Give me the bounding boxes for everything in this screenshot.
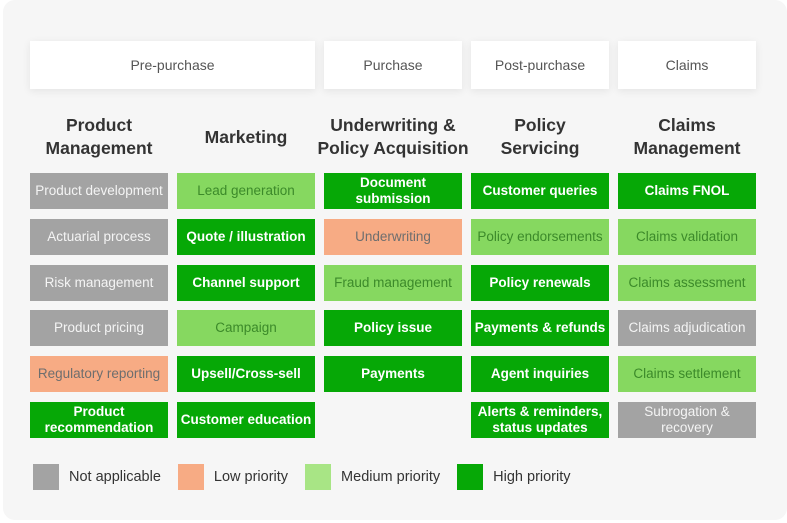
capability-cell: Subrogation & recovery — [618, 402, 756, 438]
capability-label: Claims validation — [635, 229, 739, 244]
heading-line: Policy — [514, 115, 566, 135]
capability-label: Policy endorsements — [477, 229, 603, 244]
capability-cell: Product recommendation — [30, 402, 168, 438]
capability-label: Agent inquiries — [490, 366, 590, 381]
heading-line: Claims — [658, 115, 716, 135]
phase-claims: Claims — [618, 41, 756, 89]
phase-label: Post-purchase — [494, 57, 586, 73]
capability-cell: Claims FNOL — [618, 173, 756, 209]
phase-label: Purchase — [363, 57, 423, 73]
capability-cell: Claims adjudication — [618, 310, 756, 346]
capability-label: Fraud management — [334, 275, 452, 290]
heading-line: Marketing — [204, 126, 288, 147]
capability-label: Claims FNOL — [644, 183, 730, 198]
capability-cell: Policy issue — [324, 310, 462, 346]
heading-line: Underwriting & — [330, 115, 456, 135]
legend-swatch — [305, 464, 332, 490]
heading-line: Management — [633, 138, 741, 158]
legend-label: Not applicable — [69, 469, 161, 485]
phase-post-purchase: Post-purchase — [471, 41, 609, 89]
capability-label: Subrogation & recovery — [644, 404, 730, 435]
capability-label: Upsell/Cross-sell — [191, 366, 301, 381]
capability-cell: Upsell/Cross-sell — [177, 356, 315, 392]
capability-cell: Alerts & reminders, status updates — [471, 402, 609, 438]
capability-label: Customer education — [180, 412, 312, 427]
capability-label: Quote / illustration — [186, 229, 306, 244]
capability-label: Customer queries — [482, 183, 598, 198]
legend-swatch — [177, 464, 204, 490]
column-heading-product-management: Product Management — [24, 112, 174, 162]
capability-cell: Quote / illustration — [177, 219, 315, 255]
legend-label: Low priority — [213, 469, 289, 485]
capability-label: Underwriting — [355, 229, 431, 244]
capability-cell: Customer queries — [471, 173, 609, 209]
capability-label: Channel support — [192, 275, 300, 290]
heading-line: Product — [65, 115, 133, 135]
capability-label: Claims adjudication — [628, 320, 746, 335]
capability-label: Alerts & reminders, status updates — [477, 404, 603, 435]
capability-label: Policy renewals — [489, 275, 591, 290]
capability-label: Claims assessment — [628, 275, 746, 290]
capability-label: Actuarial process — [47, 229, 151, 244]
legend-item-low-priority: Low priority — [177, 464, 289, 490]
capability-label: Lead generation — [197, 183, 295, 198]
capability-label: Policy issue — [353, 320, 433, 335]
capability-cell: Product pricing — [30, 310, 168, 346]
legend-item-high-priority: High priority — [457, 464, 571, 490]
phase-label: Claims — [665, 57, 709, 73]
heading-line: Policy Acquisition — [317, 138, 469, 158]
legend: Not applicable Low priority Medium prior… — [33, 464, 588, 490]
capability-cell: Payments — [324, 356, 462, 392]
capability-cell: Campaign — [177, 310, 315, 346]
capability-cell: Product development — [30, 173, 168, 209]
column-heading-policy-servicing: Policy Servicing — [465, 112, 615, 162]
capability-cell: Payments & refunds — [471, 310, 609, 346]
capability-label: Payments — [361, 366, 425, 381]
legend-label: Medium priority — [341, 469, 441, 485]
column-heading-claims-management: Claims Management — [612, 112, 762, 162]
capability-cell: Customer education — [177, 402, 315, 438]
capability-cell: Claims validation — [618, 219, 756, 255]
legend-swatch — [457, 464, 484, 490]
capability-cell: Agent inquiries — [471, 356, 609, 392]
capability-cell: Claims settlement — [618, 356, 756, 392]
capability-cell: Risk management — [30, 265, 168, 301]
capability-label: Regulatory reporting — [37, 366, 161, 381]
capability-cell: Regulatory reporting — [30, 356, 168, 392]
phase-label: Pre-purchase — [130, 57, 215, 73]
capability-label: Campaign — [215, 320, 277, 335]
column-heading-underwriting: Underwriting & Policy Acquisition — [308, 112, 478, 162]
capability-cell: Underwriting — [324, 219, 462, 255]
capability-label: Claims settlement — [633, 366, 741, 381]
capability-label: Product recommendation — [44, 404, 154, 435]
legend-item-medium-priority: Medium priority — [305, 464, 440, 490]
capability-label: Product development — [35, 183, 163, 198]
capability-cell: Document submission — [324, 173, 462, 209]
phase-purchase: Purchase — [324, 41, 462, 89]
capability-label: Document submission — [355, 175, 431, 206]
heading-line: Management — [45, 138, 153, 158]
capability-label: Risk management — [44, 275, 154, 290]
diagram-card: Pre-purchase Purchase Post-purchase Clai… — [3, 0, 787, 520]
capability-label: Product pricing — [53, 320, 145, 335]
capability-cell: Policy renewals — [471, 265, 609, 301]
column-heading-marketing: Marketing — [171, 112, 321, 162]
capability-cell: Policy endorsements — [471, 219, 609, 255]
capability-cell: Fraud management — [324, 265, 462, 301]
capability-cell: Channel support — [177, 265, 315, 301]
capability-cell: Claims assessment — [618, 265, 756, 301]
capability-cell: Lead generation — [177, 173, 315, 209]
legend-item-not-applicable: Not applicable — [33, 464, 161, 490]
capability-cell: Actuarial process — [30, 219, 168, 255]
heading-line: Servicing — [500, 138, 580, 158]
legend-label: High priority — [493, 469, 571, 485]
legend-swatch — [33, 464, 59, 490]
capability-label: Payments & refunds — [474, 320, 606, 335]
phase-pre-purchase: Pre-purchase — [30, 41, 315, 89]
